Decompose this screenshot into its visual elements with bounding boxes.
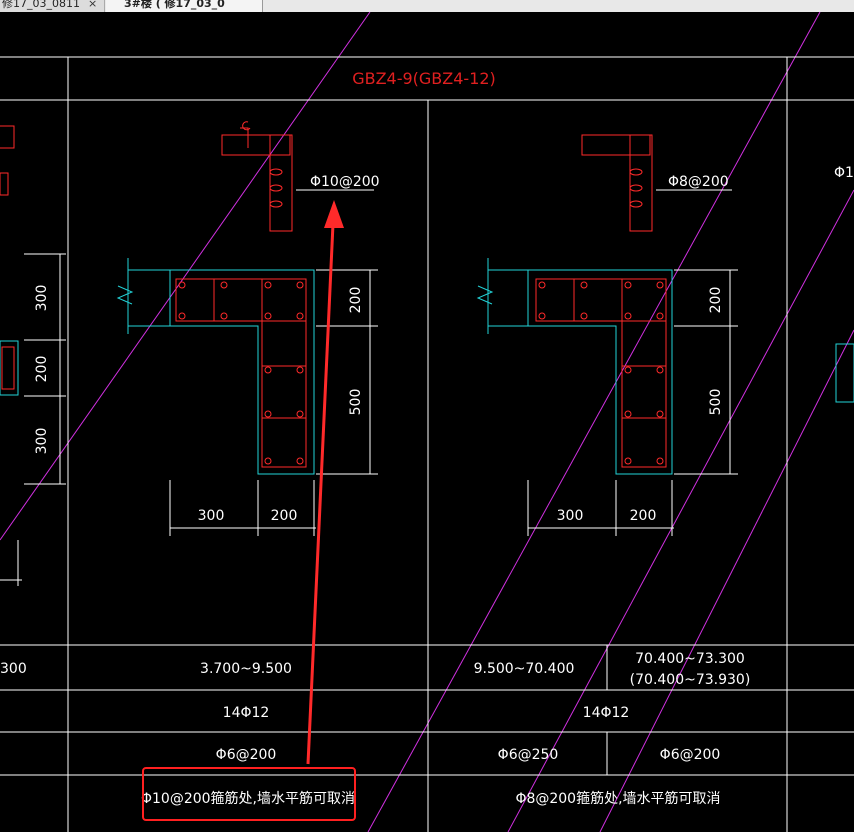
elevation-cell: (70.400~73.930) bbox=[630, 672, 751, 688]
right-stirrup-label: Φ8@200 bbox=[668, 174, 729, 190]
left-stirrup-label: Φ10@200 bbox=[310, 174, 380, 190]
stirrup-cell: Φ6@250 bbox=[498, 747, 559, 763]
elevation-cell: 9.500~70.400 bbox=[474, 661, 575, 677]
right-dimensions bbox=[527, 269, 738, 536]
left-dim-h: 200 bbox=[271, 508, 298, 524]
table-text: 300 3.700~9.500 9.500~70.400 70.400~73.3… bbox=[0, 651, 750, 807]
left-dim-v: 500 bbox=[348, 389, 364, 416]
right-partial-wall bbox=[835, 343, 854, 403]
left-detail: Φ10@200 200 500 300 200 bbox=[116, 121, 380, 536]
column-title: GBZ4-9(GBZ4-12) bbox=[352, 69, 496, 88]
longitudinal-cell: 14Φ12 bbox=[223, 705, 270, 721]
left-dimensions bbox=[169, 269, 378, 536]
right-dim-h: 300 bbox=[557, 508, 584, 524]
tab-file-2-label: 3#楼 ( 修17_03_0 bbox=[124, 0, 225, 10]
diagonal-line bbox=[599, 329, 854, 832]
note-cell: Φ8@200箍筋处,墙水平筋可取消 bbox=[515, 790, 720, 807]
tab-file-1-label: 修17_03_0811 bbox=[2, 0, 80, 10]
left-dim-v: 200 bbox=[348, 287, 364, 314]
left-edge-dim: 200 bbox=[34, 356, 50, 383]
tab-file-1[interactable]: 修17_03_0811 × bbox=[0, 0, 105, 12]
annotation-arrow bbox=[306, 200, 344, 765]
elevation-cell: 70.400~73.300 bbox=[635, 651, 745, 667]
right-partial-label: Φ10 bbox=[834, 165, 854, 181]
right-dim-h: 200 bbox=[630, 508, 657, 524]
elevation-cell: 3.700~9.500 bbox=[200, 661, 292, 677]
left-rebar bbox=[175, 278, 307, 468]
right-dim-v: 200 bbox=[708, 287, 724, 314]
diagonal-lines bbox=[0, 12, 854, 832]
right-detail: Φ8@200 200 500 300 200 bbox=[476, 134, 738, 536]
left-edge-dim: 300 bbox=[34, 285, 50, 312]
cad-drawing-canvas[interactable]: 300 200 300 Φ10 GBZ4-9(GBZ4-12) Φ10@200 bbox=[0, 12, 854, 832]
right-rebar bbox=[535, 278, 667, 468]
elevation-cell: 300 bbox=[0, 661, 27, 677]
stirrup-cell: Φ6@200 bbox=[216, 747, 277, 763]
tab-file-2[interactable]: 3#楼 ( 修17_03_0 bbox=[106, 0, 263, 12]
left-dim-h: 300 bbox=[198, 508, 225, 524]
file-tab-bar: 修17_03_0811 × 3#楼 ( 修17_03_0 bbox=[0, 0, 854, 12]
right-dim-v: 500 bbox=[708, 389, 724, 416]
close-icon[interactable]: × bbox=[88, 0, 97, 9]
longitudinal-cell: 14Φ12 bbox=[583, 705, 630, 721]
note-cell: Φ10@200箍筋处,墙水平筋可取消 bbox=[141, 790, 355, 807]
left-edge-dim: 300 bbox=[34, 428, 50, 455]
right-stirrup-sketch bbox=[581, 134, 653, 232]
stirrup-cell: Φ6@200 bbox=[660, 747, 721, 763]
left-partial-section: 300 200 300 bbox=[0, 125, 66, 586]
